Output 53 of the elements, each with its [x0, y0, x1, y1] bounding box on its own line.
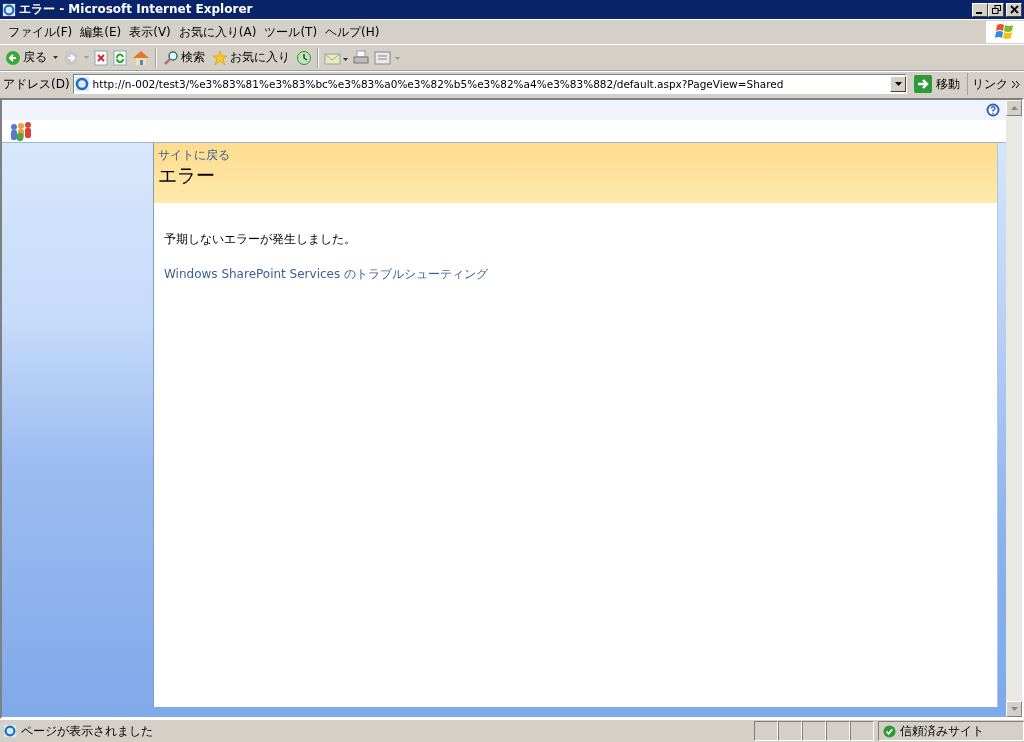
status-text: ページが表示されました [21, 722, 154, 740]
people-logo-icon [9, 121, 33, 141]
status-pane [850, 721, 874, 741]
stop-icon[interactable] [94, 49, 108, 66]
status-pane [826, 721, 850, 741]
page-title: エラー [158, 164, 216, 186]
address-label: アドレス(D) [3, 75, 70, 93]
error-message: 予期しないエラーが発生しました。 [164, 231, 356, 248]
star-icon [212, 49, 228, 66]
up-arrow-icon [1010, 106, 1018, 110]
menu-item[interactable]: お気に入り(A) [174, 23, 261, 41]
back-button[interactable]: 戻る [4, 49, 48, 66]
chevron-icon [1012, 80, 1020, 88]
address-field[interactable]: http://n-002/test3/%e3%83%81%e3%83%bc%e3%83%a0%e3%82%b5%e3%82%a4%e3%83%882/default.aspx?PageView=Shared [72, 74, 907, 94]
window-title: エラー - Microsoft Internet Explorer [19, 1, 254, 18]
search-icon [163, 49, 179, 66]
help-icon[interactable] [986, 103, 1000, 117]
restore-button[interactable] [988, 2, 1004, 17]
menu-item[interactable]: 編集(E) [76, 23, 126, 41]
down-arrow-icon [1010, 707, 1018, 711]
scroll-up-button[interactable] [1006, 100, 1022, 116]
caret-icon [894, 82, 902, 86]
dropdown-button[interactable] [890, 76, 906, 92]
page-icon [3, 724, 17, 738]
status-pane [778, 721, 802, 741]
troubleshooting-link[interactable]: Windows SharePoint Services のトラブルシューティング [164, 266, 489, 283]
arrow-icon [914, 75, 932, 93]
status-pane [802, 721, 826, 741]
menu-item[interactable]: ヘルプ(H) [321, 23, 384, 41]
back-to-site-link[interactable]: サイトに戻る [158, 147, 993, 164]
check-icon [883, 724, 896, 738]
minimize-icon [976, 11, 982, 14]
history-icon[interactable] [296, 49, 312, 66]
scroll-down-button[interactable] [1006, 701, 1022, 717]
restore-icon [991, 5, 1001, 14]
menu-item[interactable]: 表示(V) [125, 23, 175, 41]
status-pane [754, 721, 778, 741]
menu-item[interactable]: ツール(T) [260, 23, 322, 41]
security-zone-text: 信頼済みサイト [900, 722, 984, 740]
minimize-button[interactable] [972, 2, 988, 17]
browser-icon [2, 2, 16, 17]
go-button[interactable]: 移動 [910, 75, 964, 93]
dropdown-arrow-icon[interactable] [53, 56, 58, 59]
close-icon [1009, 5, 1019, 14]
printer-icon[interactable] [353, 49, 369, 66]
close-button[interactable] [1006, 2, 1022, 17]
search-button[interactable]: 検索 [162, 49, 206, 66]
page-icon [73, 76, 90, 92]
home-icon[interactable] [132, 49, 150, 66]
favorites-button[interactable]: お気に入り [211, 49, 291, 66]
menu-item[interactable]: ファイル(F) [4, 23, 77, 41]
links-button[interactable]: リンク [967, 73, 1024, 95]
refresh-icon[interactable] [113, 49, 127, 66]
